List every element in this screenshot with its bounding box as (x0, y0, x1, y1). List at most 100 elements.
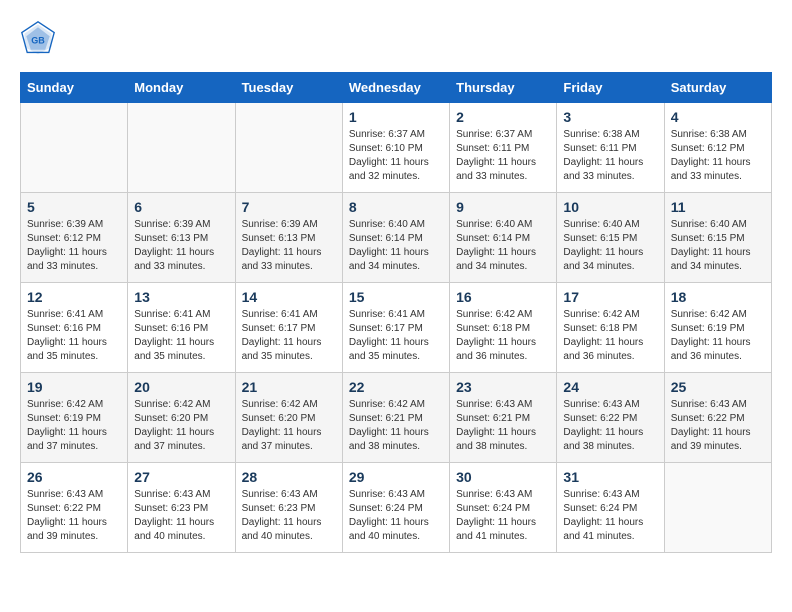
day-info: Sunrise: 6:40 AM Sunset: 6:15 PM Dayligh… (671, 218, 765, 274)
day-number: 28 (242, 469, 336, 485)
day-info: Sunrise: 6:39 AM Sunset: 6:12 PM Dayligh… (27, 218, 121, 274)
day-number: 7 (242, 199, 336, 215)
calendar-cell: 4 Sunrise: 6:38 AM Sunset: 6:12 PM Daylig… (664, 103, 771, 193)
header-day-tuesday: Tuesday (235, 73, 342, 103)
calendar-cell: 7Sunrise: 6:39 AM Sunset: 6:13 PM Daylig… (235, 193, 342, 283)
day-number: 6 (134, 199, 228, 215)
week-row-3: 12Sunrise: 6:41 AM Sunset: 6:16 PM Dayli… (21, 283, 772, 373)
logo-icon: GB (20, 20, 56, 56)
calendar-body: 1 Sunrise: 6:37 AM Sunset: 6:10 PM Daylig… (21, 103, 772, 553)
day-info: Sunrise: 6:38 AM Sunset: 6:11 PM Dayligh… (563, 128, 657, 184)
day-info: Sunrise: 6:42 AM Sunset: 6:19 PM Dayligh… (27, 398, 121, 454)
calendar-cell: 19 Sunrise: 6:42 AM Sunset: 6:19 PM Dayli… (21, 373, 128, 463)
day-number: 27 (134, 469, 228, 485)
day-info: Sunrise: 6:43 AM Sunset: 6:22 PM Dayligh… (671, 398, 765, 454)
calendar-cell: 16 Sunrise: 6:42 AM Sunset: 6:18 PM Dayli… (450, 283, 557, 373)
day-number: 2 (456, 109, 550, 125)
header-row: SundayMondayTuesdayWednesdayThursdayFrid… (21, 73, 772, 103)
day-info: Sunrise: 6:41 AM Sunset: 6:16 PM Dayligh… (134, 308, 228, 364)
calendar-cell: 28 Sunrise: 6:43 AM Sunset: 6:23 PM Dayli… (235, 463, 342, 553)
day-number: 31 (563, 469, 657, 485)
day-info: Sunrise: 6:43 AM Sunset: 6:21 PM Dayligh… (456, 398, 550, 454)
day-number: 11 (671, 199, 765, 215)
page-header: GB (20, 20, 772, 56)
calendar-cell: 2 Sunrise: 6:37 AM Sunset: 6:11 PM Daylig… (450, 103, 557, 193)
calendar-table: SundayMondayTuesdayWednesdayThursdayFrid… (20, 72, 772, 553)
day-number: 14 (242, 289, 336, 305)
calendar-cell: 14 Sunrise: 6:41 AM Sunset: 6:17 PM Dayli… (235, 283, 342, 373)
day-info: Sunrise: 6:43 AM Sunset: 6:22 PM Dayligh… (563, 398, 657, 454)
calendar-cell: 22 Sunrise: 6:42 AM Sunset: 6:21 PM Dayli… (342, 373, 449, 463)
header-day-friday: Friday (557, 73, 664, 103)
day-info: Sunrise: 6:39 AM Sunset: 6:13 PM Dayligh… (134, 218, 228, 274)
day-info: Sunrise: 6:40 AM Sunset: 6:14 PM Dayligh… (349, 218, 443, 274)
calendar-cell: 10Sunrise: 6:40 AM Sunset: 6:15 PM Dayli… (557, 193, 664, 283)
calendar-cell: 27 Sunrise: 6:43 AM Sunset: 6:23 PM Dayli… (128, 463, 235, 553)
calendar-cell (235, 103, 342, 193)
day-number: 16 (456, 289, 550, 305)
header-day-monday: Monday (128, 73, 235, 103)
day-info: Sunrise: 6:38 AM Sunset: 6:12 PM Dayligh… (671, 128, 765, 184)
day-info: Sunrise: 6:43 AM Sunset: 6:23 PM Dayligh… (134, 488, 228, 544)
calendar-cell: 8 Sunrise: 6:40 AM Sunset: 6:14 PM Daylig… (342, 193, 449, 283)
calendar-cell (21, 103, 128, 193)
svg-text:GB: GB (31, 35, 45, 45)
day-info: Sunrise: 6:42 AM Sunset: 6:18 PM Dayligh… (456, 308, 550, 364)
day-info: Sunrise: 6:43 AM Sunset: 6:22 PM Dayligh… (27, 488, 121, 544)
calendar-cell: 24 Sunrise: 6:43 AM Sunset: 6:22 PM Dayli… (557, 373, 664, 463)
header-day-thursday: Thursday (450, 73, 557, 103)
day-info: Sunrise: 6:41 AM Sunset: 6:17 PM Dayligh… (242, 308, 336, 364)
day-number: 3 (563, 109, 657, 125)
day-number: 15 (349, 289, 443, 305)
day-info: Sunrise: 6:41 AM Sunset: 6:17 PM Dayligh… (349, 308, 443, 364)
calendar-cell: 26Sunrise: 6:43 AM Sunset: 6:22 PM Dayli… (21, 463, 128, 553)
calendar-cell: 18 Sunrise: 6:42 AM Sunset: 6:19 PM Dayli… (664, 283, 771, 373)
day-number: 30 (456, 469, 550, 485)
day-info: Sunrise: 6:42 AM Sunset: 6:20 PM Dayligh… (242, 398, 336, 454)
day-number: 20 (134, 379, 228, 395)
day-number: 13 (134, 289, 228, 305)
calendar-cell (664, 463, 771, 553)
calendar-cell: 21Sunrise: 6:42 AM Sunset: 6:20 PM Dayli… (235, 373, 342, 463)
day-info: Sunrise: 6:42 AM Sunset: 6:21 PM Dayligh… (349, 398, 443, 454)
logo: GB (20, 20, 62, 56)
day-info: Sunrise: 6:37 AM Sunset: 6:11 PM Dayligh… (456, 128, 550, 184)
header-day-sunday: Sunday (21, 73, 128, 103)
day-info: Sunrise: 6:41 AM Sunset: 6:16 PM Dayligh… (27, 308, 121, 364)
week-row-2: 5 Sunrise: 6:39 AM Sunset: 6:12 PM Daylig… (21, 193, 772, 283)
day-number: 5 (27, 199, 121, 215)
calendar-cell: 15 Sunrise: 6:41 AM Sunset: 6:17 PM Dayli… (342, 283, 449, 373)
calendar-cell: 31Sunrise: 6:43 AM Sunset: 6:24 PM Dayli… (557, 463, 664, 553)
calendar-cell: 30 Sunrise: 6:43 AM Sunset: 6:24 PM Dayli… (450, 463, 557, 553)
calendar-cell: 6 Sunrise: 6:39 AM Sunset: 6:13 PM Daylig… (128, 193, 235, 283)
calendar-cell: 23Sunrise: 6:43 AM Sunset: 6:21 PM Dayli… (450, 373, 557, 463)
day-number: 1 (349, 109, 443, 125)
day-info: Sunrise: 6:42 AM Sunset: 6:18 PM Dayligh… (563, 308, 657, 364)
calendar-cell: 5 Sunrise: 6:39 AM Sunset: 6:12 PM Daylig… (21, 193, 128, 283)
header-day-wednesday: Wednesday (342, 73, 449, 103)
day-number: 10 (563, 199, 657, 215)
day-number: 25 (671, 379, 765, 395)
day-number: 29 (349, 469, 443, 485)
day-number: 18 (671, 289, 765, 305)
day-info: Sunrise: 6:42 AM Sunset: 6:19 PM Dayligh… (671, 308, 765, 364)
day-number: 9 (456, 199, 550, 215)
day-number: 22 (349, 379, 443, 395)
day-info: Sunrise: 6:42 AM Sunset: 6:20 PM Dayligh… (134, 398, 228, 454)
calendar-cell: 1 Sunrise: 6:37 AM Sunset: 6:10 PM Daylig… (342, 103, 449, 193)
week-row-5: 26Sunrise: 6:43 AM Sunset: 6:22 PM Dayli… (21, 463, 772, 553)
header-day-saturday: Saturday (664, 73, 771, 103)
day-number: 4 (671, 109, 765, 125)
calendar-cell: 12Sunrise: 6:41 AM Sunset: 6:16 PM Dayli… (21, 283, 128, 373)
day-number: 8 (349, 199, 443, 215)
calendar-cell (128, 103, 235, 193)
day-info: Sunrise: 6:43 AM Sunset: 6:23 PM Dayligh… (242, 488, 336, 544)
calendar-cell: 20 Sunrise: 6:42 AM Sunset: 6:20 PM Dayli… (128, 373, 235, 463)
day-number: 19 (27, 379, 121, 395)
day-info: Sunrise: 6:37 AM Sunset: 6:10 PM Dayligh… (349, 128, 443, 184)
calendar-cell: 13 Sunrise: 6:41 AM Sunset: 6:16 PM Dayli… (128, 283, 235, 373)
day-number: 24 (563, 379, 657, 395)
week-row-1: 1 Sunrise: 6:37 AM Sunset: 6:10 PM Daylig… (21, 103, 772, 193)
calendar-cell: 29Sunrise: 6:43 AM Sunset: 6:24 PM Dayli… (342, 463, 449, 553)
day-info: Sunrise: 6:43 AM Sunset: 6:24 PM Dayligh… (456, 488, 550, 544)
